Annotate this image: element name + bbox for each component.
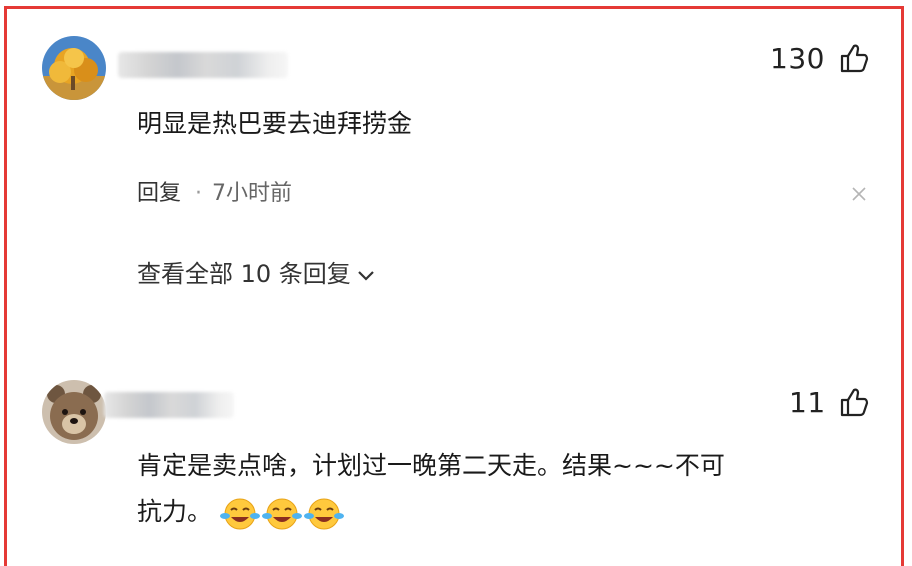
laughing-crying-emoji-icon (304, 498, 345, 530)
chevron-down-icon (358, 271, 374, 281)
comment-text-line-2-text: 抗力。 (137, 497, 213, 526)
like-count: 130 (770, 42, 825, 75)
comment-text-line-1: 肯定是卖点啥，计划过一晚第二天走。结果~~~不可 (137, 451, 725, 480)
timestamp: 7小时前 (212, 181, 293, 206)
bear-avatar-icon (42, 380, 106, 444)
thumbs-up-icon[interactable] (838, 386, 870, 418)
comment-text: 明显是热巴要去迪拜捞金 (137, 109, 413, 138)
avatar[interactable] (42, 36, 106, 100)
view-all-replies-button[interactable]: 查看全部 10 条回复 (137, 254, 377, 289)
like-count: 11 (789, 386, 826, 419)
laughing-crying-emoji-icon (262, 498, 303, 530)
username-blurred[interactable] (118, 52, 288, 78)
thumbs-up-icon[interactable] (838, 42, 870, 74)
comment-meta: 回复 · 7小时前 (137, 175, 292, 207)
close-icon[interactable] (850, 185, 868, 203)
reply-button[interactable]: 回复 (137, 181, 181, 206)
avatar[interactable] (42, 380, 106, 444)
comment-text-line-2: 抗力。 (137, 492, 346, 533)
autumn-tree-avatar-icon (42, 36, 106, 100)
laughing-crying-emoji-icon (220, 498, 261, 530)
emoji-group (220, 493, 346, 533)
view-replies-label: 查看全部 10 条回复 (137, 260, 351, 288)
separator-dot: · (195, 181, 203, 206)
username-blurred[interactable] (104, 392, 234, 418)
